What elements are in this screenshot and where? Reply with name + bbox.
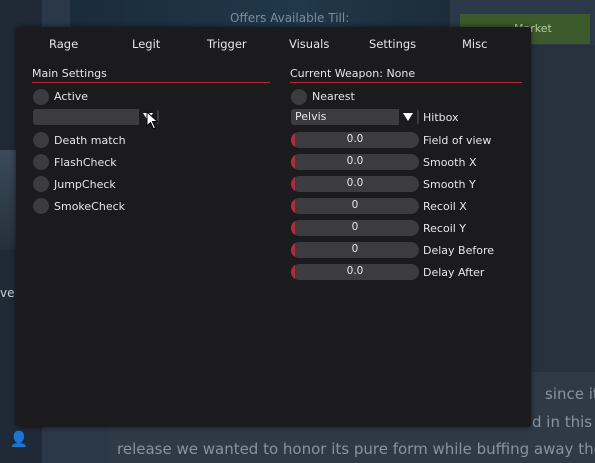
tab-rage[interactable]: Rage (49, 37, 78, 51)
delay-before-label: Delay Before (423, 244, 495, 257)
delay-after-label: Delay After (423, 266, 485, 279)
background-article-line: release we wanted to honor its pure form… (117, 440, 595, 458)
recoil-y-label: Recoil Y (423, 222, 467, 235)
background-offer-text: Offers Available Till: (230, 11, 350, 25)
flashcheck-label: FlashCheck (54, 156, 117, 169)
deathmatch-checkbox[interactable] (33, 132, 49, 148)
hitbox-label: Hitbox (423, 111, 459, 124)
slider-value: 0.0 (346, 133, 364, 145)
jumpcheck-label: JumpCheck (54, 178, 116, 191)
field-of-view-label: Field of view (423, 134, 492, 147)
active-checkbox[interactable] (33, 89, 49, 105)
main-settings-title: Main Settings (32, 67, 107, 80)
smooth-y-label: Smooth Y (423, 178, 476, 191)
hitbox-value: Pelvis (295, 110, 327, 123)
slider-value: 0 (351, 199, 359, 211)
active-label: Active (54, 90, 89, 103)
tab-trigger[interactable]: Trigger (207, 37, 247, 51)
delay-after-slider[interactable]: 0.0 (291, 264, 419, 280)
main-settings-divider (32, 82, 270, 83)
delay-before-slider[interactable]: 0 (291, 242, 419, 258)
recoil-x-label: Recoil X (423, 200, 467, 213)
mouse-cursor-icon (146, 111, 159, 130)
smooth-y-slider[interactable]: 0.0 (291, 176, 419, 192)
recoil-x-slider[interactable]: 0 (291, 198, 419, 214)
smokecheck-label: SmokeCheck (54, 200, 126, 213)
user-add-icon[interactable]: 👤 (8, 428, 30, 450)
caret-down-icon (399, 109, 417, 125)
slider-value: 0 (351, 243, 359, 255)
recoil-y-slider[interactable]: 0 (291, 220, 419, 236)
tab-visuals[interactable]: Visuals (289, 37, 329, 51)
smooth-x-slider[interactable]: 0.0 (291, 154, 419, 170)
background-article-line: since its (545, 385, 595, 403)
slider-value: 0 (351, 221, 359, 233)
jumpcheck-checkbox[interactable] (33, 176, 49, 192)
nearest-checkbox[interactable] (291, 89, 307, 105)
current-weapon-divider (290, 82, 522, 83)
hitbox-dropdown[interactable]: Pelvis (291, 109, 419, 125)
smokecheck-checkbox[interactable] (33, 198, 49, 214)
background-article-line: d in this n (532, 413, 595, 431)
field-of-view-slider[interactable]: 0.0 (291, 132, 419, 148)
smooth-x-label: Smooth X (423, 156, 477, 169)
nearest-label: Nearest (312, 90, 355, 103)
tab-misc[interactable]: Misc (462, 37, 487, 51)
slider-value: 0.0 (346, 155, 364, 167)
current-weapon-title: Current Weapon: None (290, 67, 416, 80)
tab-settings[interactable]: Settings (369, 37, 416, 51)
slider-value: 0.0 (346, 265, 364, 277)
deathmatch-label: Death match (54, 134, 126, 147)
main-dropdown[interactable] (33, 109, 159, 125)
background-left-text: ve (0, 286, 15, 300)
tab-legit[interactable]: Legit (132, 37, 160, 51)
cheat-menu-window: Rage Legit Trigger Visuals Settings Misc… (16, 27, 531, 427)
tab-bar: Rage Legit Trigger Visuals Settings Misc (16, 37, 531, 53)
flashcheck-checkbox[interactable] (33, 154, 49, 170)
slider-value: 0.0 (346, 177, 364, 189)
